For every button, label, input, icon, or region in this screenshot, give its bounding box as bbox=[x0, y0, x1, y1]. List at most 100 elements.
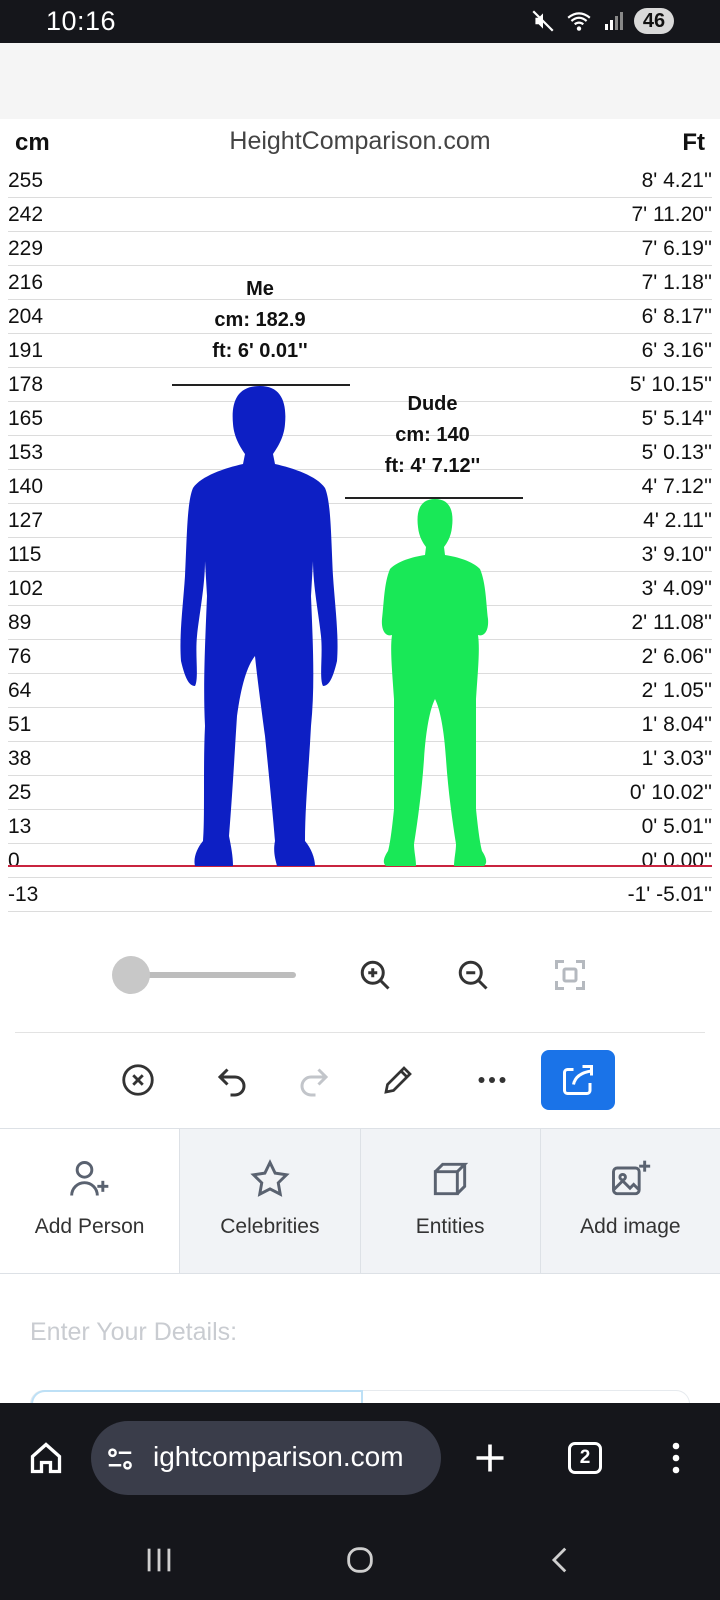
browser-bar: ightcomparison.com 2 bbox=[0, 1403, 720, 1521]
cm-tick-label: 191 bbox=[8, 339, 44, 362]
tab-entities[interactable]: Entities bbox=[359, 1129, 540, 1273]
top-spacer bbox=[0, 43, 720, 119]
cm-tick-label: 153 bbox=[8, 441, 44, 464]
cm-tick-label: 140 bbox=[8, 475, 44, 498]
cm-tick-label: 178 bbox=[8, 373, 44, 396]
chart-row: 204 6' 8.17'' bbox=[8, 300, 712, 334]
ft-tick-label: 1' 3.03'' bbox=[641, 747, 712, 770]
status-bar: 10:16 46 bbox=[0, 0, 720, 43]
zoom-slider-thumb[interactable] bbox=[112, 956, 150, 994]
chart-row: 191 6' 3.16'' bbox=[8, 334, 712, 368]
nav-home-button[interactable] bbox=[336, 1536, 384, 1584]
cm-tick-label: -13 bbox=[8, 883, 39, 906]
more-vertical-icon bbox=[672, 1442, 680, 1474]
pencil-icon bbox=[384, 1066, 412, 1094]
chart-row: 38 1' 3.03'' bbox=[8, 742, 712, 776]
tab-switcher-button[interactable]: 2 bbox=[568, 1442, 602, 1474]
ft-tick-label: 3' 4.09'' bbox=[641, 577, 712, 600]
signal-icon bbox=[605, 12, 623, 30]
zoom-out-button[interactable] bbox=[449, 951, 497, 999]
ft-tick-label: 7' 6.19'' bbox=[641, 237, 712, 260]
ft-tick-label: 5' 0.13'' bbox=[641, 441, 712, 464]
ft-header: Ft bbox=[682, 129, 705, 156]
ft-tick-label: 2' 6.06'' bbox=[641, 645, 712, 668]
home-button[interactable] bbox=[22, 1434, 70, 1482]
undo-button[interactable] bbox=[208, 1056, 256, 1104]
cm-tick-label: 216 bbox=[8, 271, 44, 294]
address-bar[interactable]: ightcomparison.com bbox=[91, 1421, 441, 1495]
ft-tick-label: 0' 0.00'' bbox=[641, 849, 712, 872]
fit-screen-icon bbox=[555, 960, 585, 990]
status-time: 10:16 bbox=[46, 6, 117, 36]
silhouette-me[interactable] bbox=[175, 386, 345, 866]
zoom-slider-track[interactable] bbox=[130, 972, 296, 978]
ft-tick-label: 3' 9.10'' bbox=[641, 543, 712, 566]
tab-add-person[interactable]: Add Person bbox=[0, 1129, 180, 1273]
cm-tick-label: 127 bbox=[8, 509, 44, 532]
height-chart[interactable]: cm HeightComparison.com Ft 255 8' 4.21'' 2… bbox=[0, 119, 720, 919]
cube-icon bbox=[433, 1162, 469, 1196]
recents-button[interactable] bbox=[135, 1536, 183, 1584]
chart-row: 255 8' 4.21'' bbox=[8, 164, 712, 198]
chart-row: 76 2' 6.06'' bbox=[8, 640, 712, 674]
chart-row: 0 0' 0.00'' bbox=[8, 844, 712, 878]
menu-button[interactable] bbox=[652, 1434, 700, 1482]
site-title: HeightComparison.com bbox=[229, 127, 491, 155]
clear-button[interactable] bbox=[114, 1056, 162, 1104]
close-circle-icon bbox=[122, 1064, 154, 1096]
cm-tick-label: 102 bbox=[8, 577, 44, 600]
cm-tick-label: 255 bbox=[8, 169, 44, 192]
share-button[interactable] bbox=[541, 1050, 615, 1110]
redo-button[interactable] bbox=[290, 1056, 338, 1104]
nav-home-icon bbox=[347, 1547, 373, 1573]
ft-tick-label: 6' 8.17'' bbox=[641, 305, 712, 328]
chart-row: 242 7' 11.20'' bbox=[8, 198, 712, 232]
ft-tick-label: 2' 1.05'' bbox=[641, 679, 712, 702]
controls-divider bbox=[15, 1032, 705, 1033]
zoom-in-button[interactable] bbox=[351, 951, 399, 999]
redo-icon bbox=[300, 1068, 329, 1097]
cm-tick-label: 229 bbox=[8, 237, 44, 260]
new-tab-button[interactable] bbox=[466, 1434, 514, 1482]
chart-row: 102 3' 4.09'' bbox=[8, 572, 712, 606]
cm-tick-label: 0 bbox=[8, 849, 20, 872]
back-button[interactable] bbox=[537, 1536, 585, 1584]
person-ft: ft: 4' 7.12'' bbox=[384, 455, 481, 477]
chart-row: 64 2' 1.05'' bbox=[8, 674, 712, 708]
ft-tick-label: 4' 2.11'' bbox=[643, 509, 712, 532]
recents-icon bbox=[147, 1548, 171, 1572]
ft-tick-label: 8' 4.21'' bbox=[641, 169, 712, 192]
chart-row: 115 3' 9.10'' bbox=[8, 538, 712, 572]
cm-tick-label: 165 bbox=[8, 407, 44, 430]
ft-tick-label: 5' 10.15'' bbox=[629, 373, 712, 396]
fit-screen-button[interactable] bbox=[546, 951, 594, 999]
details-title: Enter Your Details: bbox=[30, 1318, 238, 1346]
chart-row: 25 0' 10.02'' bbox=[8, 776, 712, 810]
person-label-me[interactable]: Me cm: 182.9 ft: 6' 0.01'' bbox=[170, 274, 350, 367]
more-button[interactable] bbox=[468, 1056, 516, 1104]
ground-line bbox=[8, 865, 712, 867]
cm-tick-label: 64 bbox=[8, 679, 32, 702]
url-text: ightcomparison.com bbox=[153, 1441, 404, 1472]
add-person-icon bbox=[69, 1161, 108, 1196]
mute-icon bbox=[532, 10, 554, 32]
tab-add-image[interactable]: Add image bbox=[539, 1129, 720, 1273]
tab-celebrities[interactable]: Celebrities bbox=[179, 1129, 360, 1273]
system-nav-bar bbox=[0, 1521, 720, 1600]
edit-button[interactable] bbox=[374, 1056, 422, 1104]
tab-label: Add image bbox=[580, 1215, 681, 1238]
chart-row: 51 1' 8.04'' bbox=[8, 708, 712, 742]
tab-label: Add Person bbox=[34, 1215, 145, 1238]
zoom-controls bbox=[0, 945, 720, 1005]
home-icon bbox=[30, 1442, 62, 1474]
star-icon bbox=[250, 1159, 290, 1197]
cm-tick-label: 204 bbox=[8, 305, 44, 328]
site-settings-icon[interactable] bbox=[105, 1444, 135, 1474]
ft-tick-label: 1' 8.04'' bbox=[641, 713, 712, 736]
chart-row: 13 0' 5.01'' bbox=[8, 810, 712, 844]
chart-row: 229 7' 6.19'' bbox=[8, 232, 712, 266]
person-label-dude[interactable]: Dude cm: 140 ft: 4' 7.12'' bbox=[345, 389, 520, 482]
wifi-icon bbox=[567, 12, 591, 31]
silhouette-dude[interactable] bbox=[380, 499, 490, 866]
ft-tick-label: 7' 11.20'' bbox=[631, 203, 712, 226]
